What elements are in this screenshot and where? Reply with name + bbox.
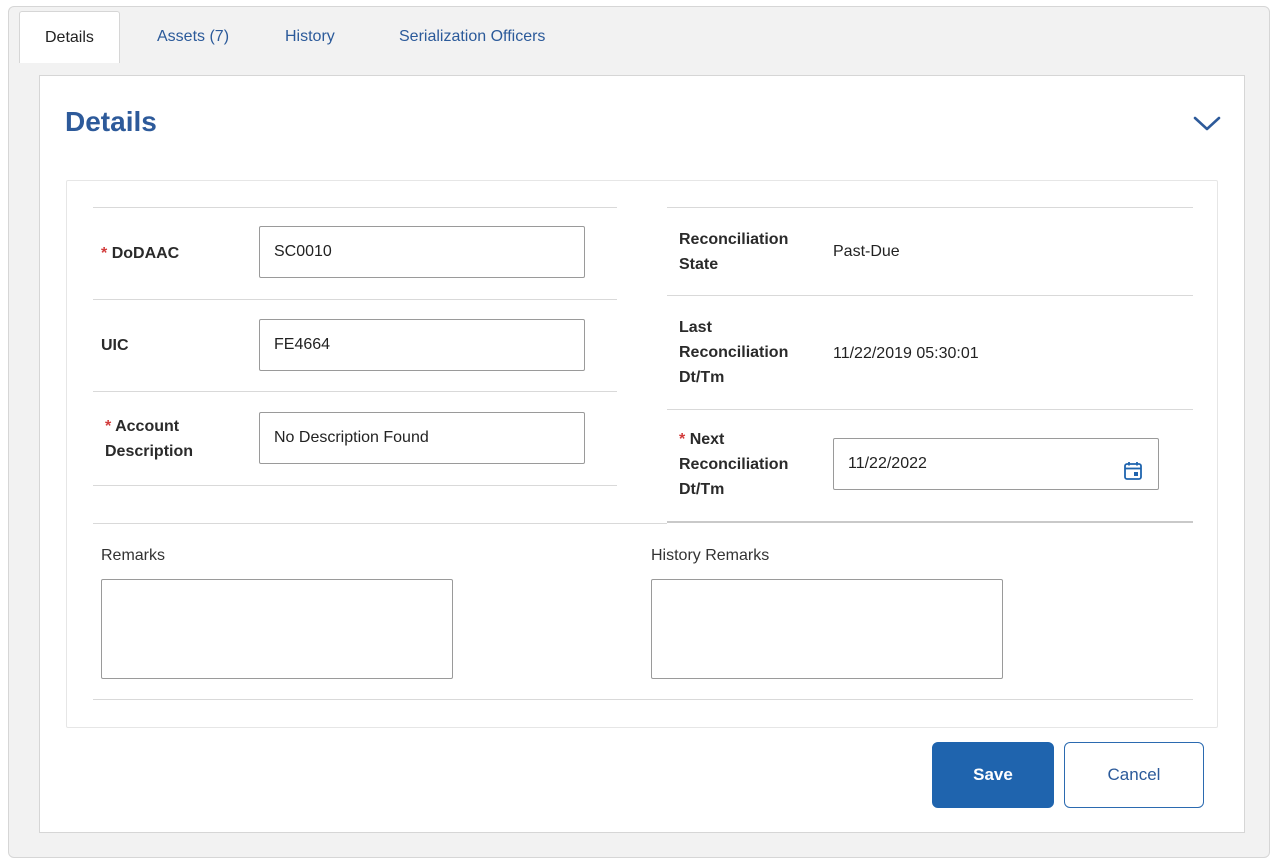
remarks-textarea[interactable]	[101, 579, 453, 679]
next-reconciliation-label-line1: Next	[689, 431, 725, 448]
window-frame: Details Assets (7) History Serialization…	[8, 6, 1270, 858]
reconciliation-state-label: Reconciliation State	[679, 227, 788, 277]
last-reconciliation-label: Last Reconciliation Dt/Tm	[679, 315, 788, 390]
details-panel: Details * DoDAAC SC0010 UIC FE4664 * Acc…	[39, 75, 1245, 833]
last-reconciliation-label-line2: Reconciliation	[679, 344, 789, 361]
required-marker: *	[101, 245, 108, 262]
divider	[93, 699, 1193, 700]
account-description-label-line1: Account	[115, 418, 180, 435]
next-reconciliation-date-value: 11/22/2022	[848, 455, 927, 472]
calendar-icon[interactable]	[1122, 453, 1144, 480]
dodaac-field[interactable]: SC0010	[259, 226, 585, 278]
dodaac-label: * DoDAAC	[101, 241, 179, 266]
save-button[interactable]: Save	[932, 742, 1054, 808]
account-description-label: * Account Description	[105, 414, 193, 464]
reconciliation-state-value: Past-Due	[833, 243, 900, 260]
chevron-down-icon[interactable]	[1192, 112, 1222, 134]
divider	[93, 207, 617, 208]
cancel-button[interactable]: Cancel	[1064, 742, 1204, 808]
reconciliation-state-label-line1: Reconciliation	[679, 231, 789, 248]
divider	[667, 521, 1193, 523]
tab-details[interactable]: Details	[19, 11, 120, 63]
uic-label: UIC	[101, 337, 129, 354]
tab-history[interactable]: History	[285, 11, 335, 63]
history-remarks-textarea[interactable]	[651, 579, 1003, 679]
divider	[667, 409, 1193, 410]
tab-serialization-officers[interactable]: Serialization Officers	[399, 11, 545, 63]
divider	[93, 523, 667, 524]
divider	[93, 485, 617, 486]
last-reconciliation-value: 11/22/2019 05:30:01	[833, 345, 979, 362]
dodaac-label-text: DoDAAC	[111, 245, 180, 262]
divider	[93, 391, 617, 392]
last-reconciliation-label-line3: Dt/Tm	[679, 369, 725, 386]
uic-field[interactable]: FE4664	[259, 319, 585, 371]
reconciliation-state-label-line2: State	[679, 256, 719, 273]
required-marker: *	[679, 431, 686, 448]
required-marker: *	[105, 418, 112, 435]
last-reconciliation-label-line1: Last	[679, 319, 712, 336]
details-form: * DoDAAC SC0010 UIC FE4664 * Account Des…	[66, 180, 1218, 728]
remarks-label: Remarks	[101, 547, 166, 564]
divider	[667, 207, 1193, 208]
divider	[667, 295, 1193, 296]
divider	[93, 299, 617, 300]
next-reconciliation-label: * Next Reconciliation Dt/Tm	[679, 427, 788, 502]
account-description-field[interactable]: No Description Found	[259, 412, 585, 464]
panel-title: Details	[65, 106, 157, 137]
tab-assets[interactable]: Assets (7)	[157, 11, 229, 63]
next-reconciliation-date-field[interactable]: 11/22/2022	[833, 438, 1159, 490]
history-remarks-label: History Remarks	[651, 547, 770, 564]
next-reconciliation-label-line3: Dt/Tm	[679, 481, 725, 498]
next-reconciliation-label-line2: Reconciliation	[679, 456, 789, 473]
account-description-label-line2: Description	[105, 443, 194, 460]
